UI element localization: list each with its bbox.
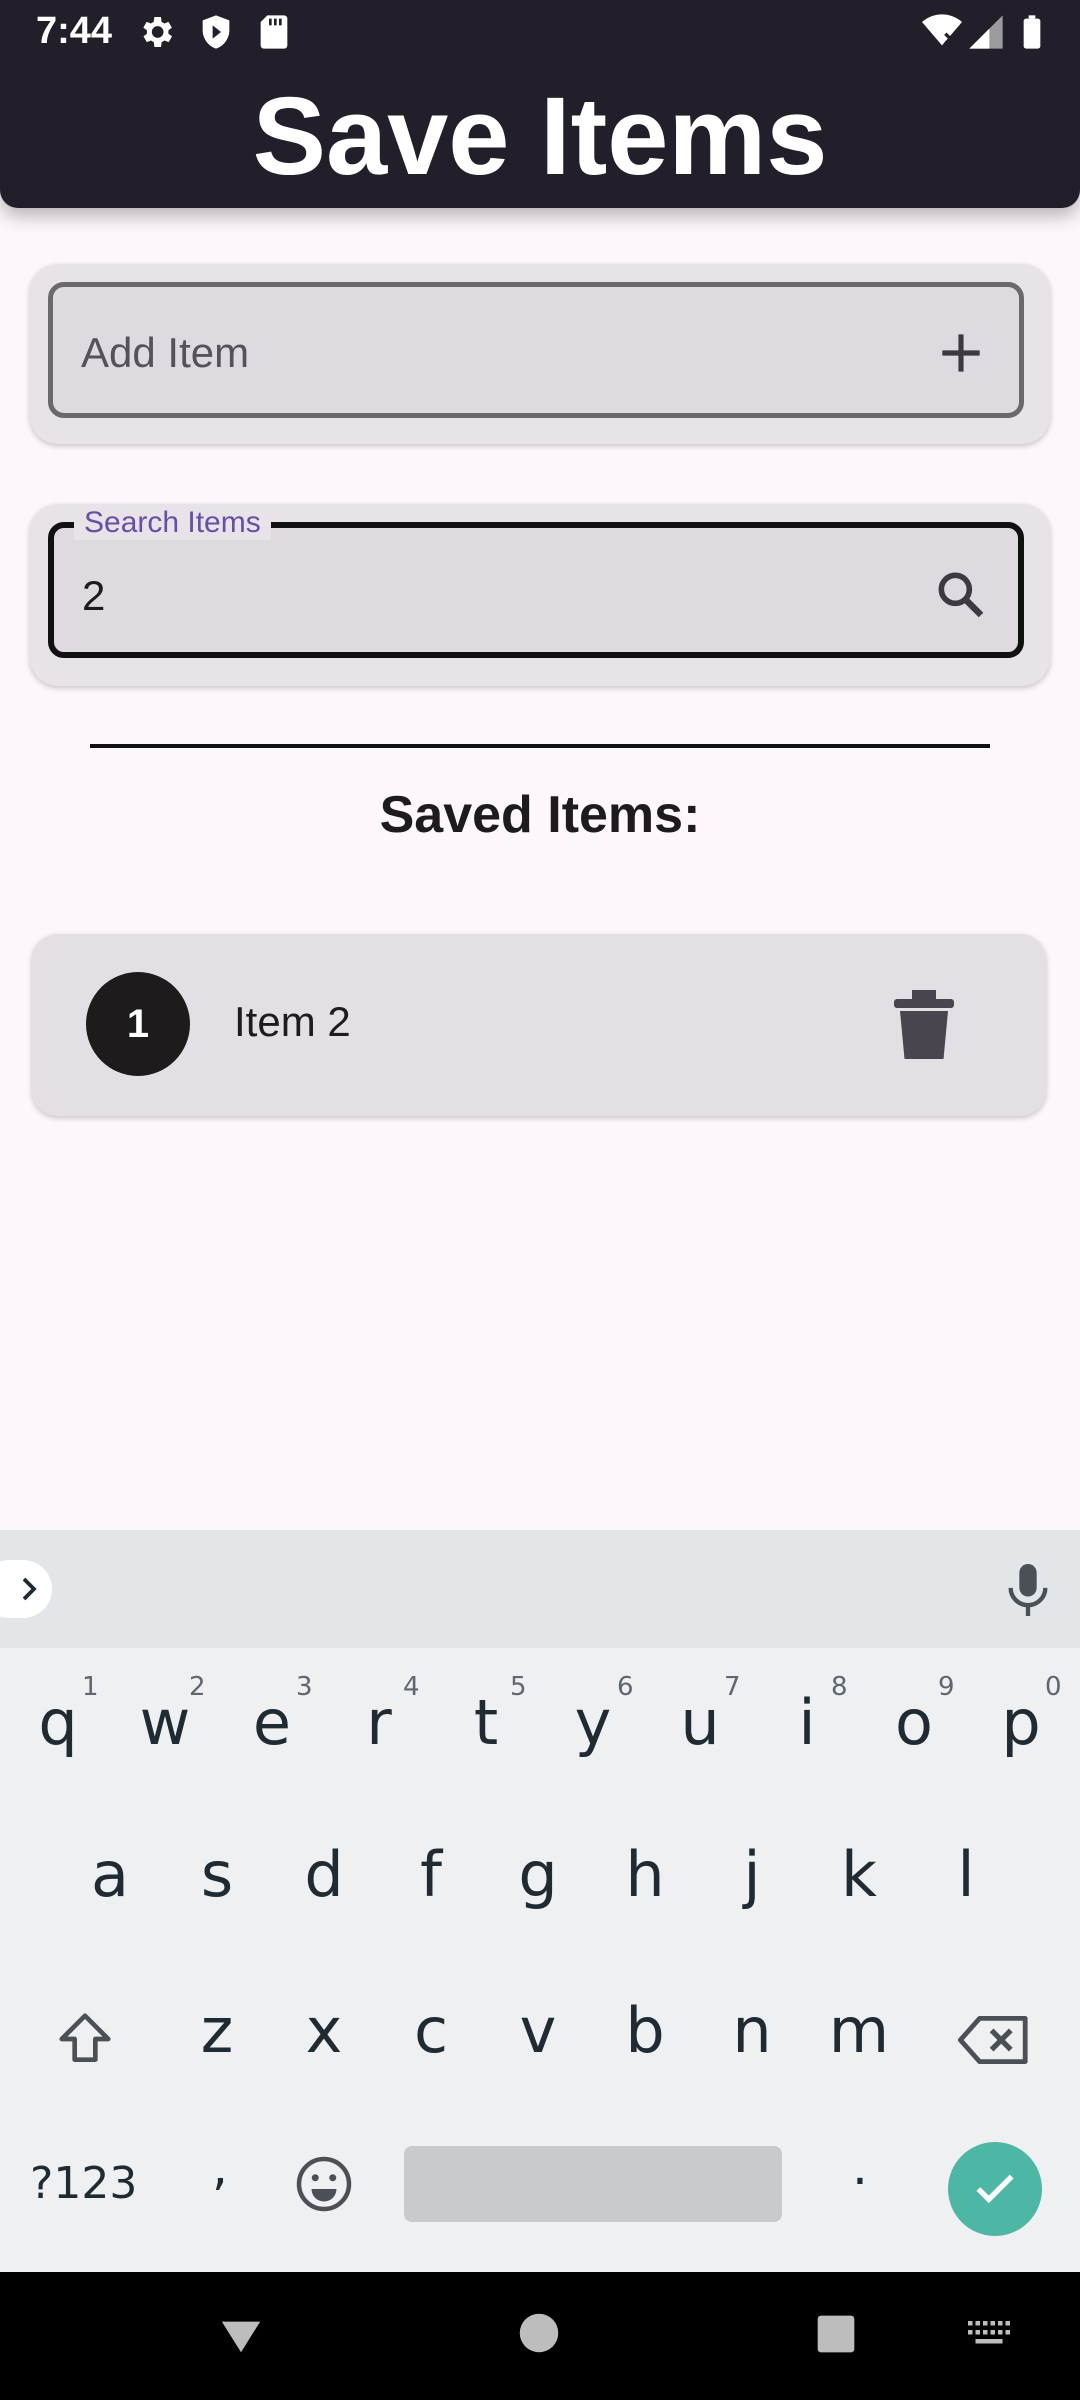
space-bar[interactable] xyxy=(404,2146,782,2222)
battery-icon xyxy=(1023,15,1041,49)
key-k[interactable]: k xyxy=(809,1838,909,1911)
enter-button[interactable] xyxy=(948,2142,1042,2236)
key-hint: 2 xyxy=(189,1672,206,1702)
shift-icon[interactable] xyxy=(52,2008,118,2070)
symbols-key[interactable]: ?123 xyxy=(30,2158,137,2209)
key-hint: 7 xyxy=(724,1672,741,1702)
key-hint: 8 xyxy=(831,1672,848,1702)
key-hint: 1 xyxy=(82,1672,99,1702)
keyboard-toolbar xyxy=(0,1530,1080,1648)
add-item-card: Add Item xyxy=(30,264,1050,444)
key-hint: 5 xyxy=(510,1672,527,1702)
key-n[interactable]: n xyxy=(702,1994,802,2067)
key-hint: 0 xyxy=(1045,1672,1062,1702)
key-a[interactable]: a xyxy=(60,1838,160,1911)
status-bar: 7:44 xyxy=(0,0,1080,64)
backspace-icon[interactable] xyxy=(958,2012,1030,2068)
signal-icon xyxy=(969,15,1003,49)
key-hint: 4 xyxy=(403,1672,420,1702)
keyboard-switch-icon[interactable] xyxy=(968,2318,1010,2348)
add-item-placeholder: Add Item xyxy=(81,329,250,376)
home-icon[interactable] xyxy=(518,2312,560,2354)
key-s[interactable]: s xyxy=(167,1838,267,1911)
divider xyxy=(90,744,990,748)
key-l[interactable]: l xyxy=(916,1838,1016,1911)
shield-play-icon xyxy=(202,15,230,49)
trash-icon[interactable] xyxy=(894,990,954,1062)
recents-icon[interactable] xyxy=(816,2314,856,2354)
settings-icon xyxy=(143,17,172,47)
search-icon[interactable] xyxy=(932,566,988,622)
key-j[interactable]: j xyxy=(702,1838,802,1911)
search-card: Search Items 2 xyxy=(30,504,1050,686)
search-label: Search Items xyxy=(74,506,271,540)
page-title: Save Items xyxy=(252,75,828,198)
key-v[interactable]: v xyxy=(488,1994,588,2067)
keyboard: q w e r t y u i o p 1 2 3 4 5 6 7 8 9 0 … xyxy=(0,1530,1080,2272)
system-nav-bar xyxy=(0,2272,1080,2400)
saved-items-title: Saved Items: xyxy=(379,786,701,844)
key-hint: 9 xyxy=(938,1672,955,1702)
item-number-avatar: 1 xyxy=(86,972,190,1076)
key-m[interactable]: m xyxy=(809,1994,909,2067)
key-c[interactable]: c xyxy=(381,1994,481,2067)
key-z[interactable]: z xyxy=(167,1994,267,2067)
list-item[interactable]: 1 Item 2 xyxy=(32,934,1046,1116)
chevron-right-icon xyxy=(22,1577,37,1601)
wifi-x-icon xyxy=(922,14,962,46)
sd-card-icon xyxy=(260,15,288,49)
key-x[interactable]: x xyxy=(274,1994,374,2067)
key-comma[interactable]: , xyxy=(170,2138,270,2196)
key-hint: 6 xyxy=(617,1672,634,1702)
mic-icon[interactable] xyxy=(1006,1564,1050,1616)
search-input[interactable]: Search Items 2 xyxy=(48,506,1024,658)
key-d[interactable]: d xyxy=(274,1838,374,1911)
key-hint: 3 xyxy=(296,1672,313,1702)
key-g[interactable]: g xyxy=(488,1838,588,1911)
app-bar: 7:44 Save Items xyxy=(0,0,1080,208)
plus-icon[interactable] xyxy=(933,325,989,381)
check-icon xyxy=(976,2174,1014,2204)
key-period[interactable]: . xyxy=(810,2138,910,2196)
key-b[interactable]: b xyxy=(595,1994,695,2067)
key-f[interactable]: f xyxy=(381,1838,481,1911)
emoji-icon[interactable] xyxy=(294,2154,354,2214)
item-label: Item 2 xyxy=(234,998,351,1045)
add-item-input[interactable]: Add Item xyxy=(48,282,1024,418)
key-h[interactable]: h xyxy=(595,1838,695,1911)
back-icon[interactable] xyxy=(218,2312,264,2358)
expand-toolbar-button[interactable] xyxy=(0,1560,52,1618)
status-time: 7:44 xyxy=(36,10,113,52)
search-value: 2 xyxy=(82,572,106,619)
